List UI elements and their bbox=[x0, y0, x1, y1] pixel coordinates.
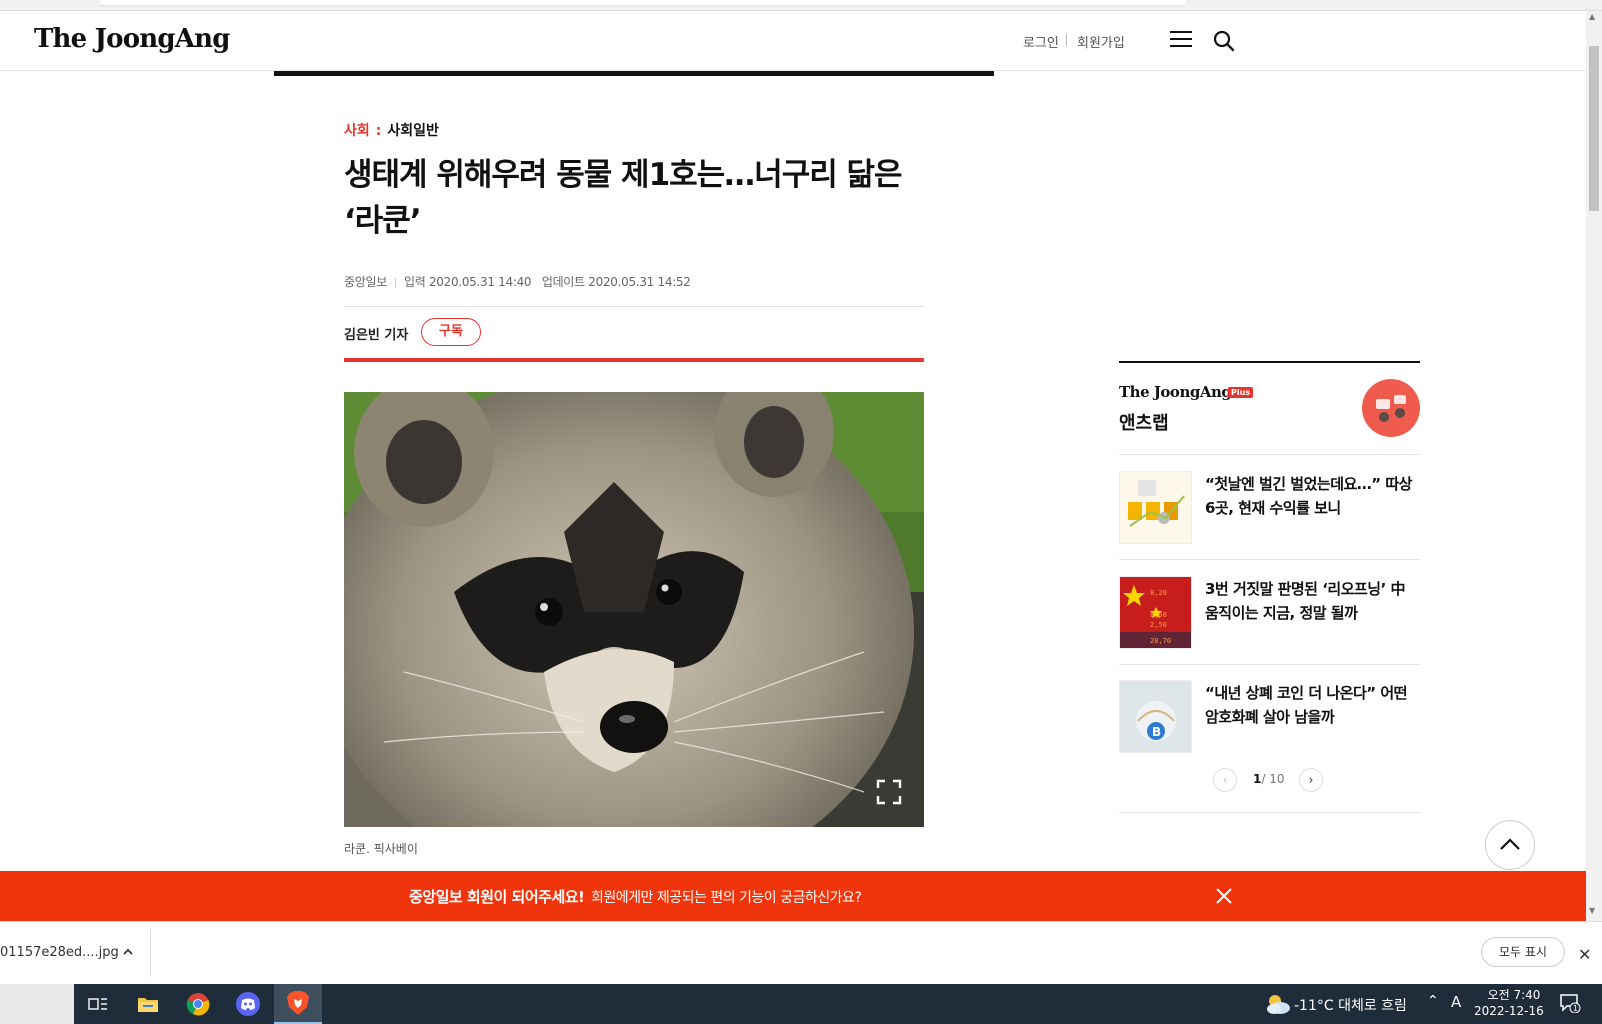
clock-date[interactable]: 2022-12-16 bbox=[1474, 1004, 1544, 1018]
ime-indicator[interactable]: A bbox=[1451, 993, 1461, 1011]
weather-icon[interactable] bbox=[1262, 984, 1294, 1024]
menu-icon[interactable] bbox=[1170, 31, 1192, 49]
plus-badge: Plus bbox=[1228, 387, 1254, 398]
login-link[interactable]: 로그인 bbox=[1023, 32, 1059, 51]
scroll-to-top-button[interactable] bbox=[1485, 820, 1535, 870]
category-main[interactable]: 사회 bbox=[344, 123, 370, 139]
pager-next-button[interactable]: › bbox=[1299, 768, 1323, 792]
pager-indicator: 1/ 10 bbox=[1253, 772, 1285, 786]
svg-text:8,20: 8,20 bbox=[1150, 589, 1167, 597]
subscribe-button[interactable]: 구독 bbox=[421, 318, 481, 346]
svg-text:2,50: 2,50 bbox=[1150, 621, 1167, 629]
sidebar-top-rule bbox=[1119, 361, 1420, 363]
file-explorer-icon[interactable] bbox=[124, 984, 172, 1024]
clock-time[interactable]: 오전 7:40 bbox=[1486, 986, 1542, 1003]
signup-link[interactable]: 회원가입 bbox=[1077, 32, 1125, 51]
sidebar-title[interactable]: 앤츠랩 bbox=[1119, 409, 1169, 435]
sidebar-item-thumbnail[interactable]: 8,20 8,50 2,50 20,70 bbox=[1119, 576, 1192, 649]
article-header-rule bbox=[344, 358, 924, 362]
svg-text:20,70: 20,70 bbox=[1150, 637, 1171, 645]
meta-divider bbox=[344, 306, 924, 307]
task-view-icon[interactable] bbox=[74, 984, 122, 1024]
banner-text: 회원에게만 제공되는 편의 기능이 궁금하신가요? bbox=[591, 890, 862, 906]
sidebar-divider bbox=[1119, 454, 1420, 455]
sidebar-item-thumbnail[interactable]: B bbox=[1119, 680, 1192, 753]
scroll-down-arrow-icon[interactable]: ▼ bbox=[1589, 906, 1595, 915]
scrollbar-thumb[interactable] bbox=[1589, 46, 1599, 211]
notification-icon[interactable]: 1 bbox=[1559, 993, 1581, 1014]
site-header: The JoongAng 로그인 회원가입 bbox=[0, 11, 1586, 71]
search-icon[interactable] bbox=[1213, 30, 1235, 52]
reporter-name[interactable]: 김은빈 기자 bbox=[344, 324, 408, 343]
sidebar-divider bbox=[1119, 664, 1420, 665]
article-source: 중앙일보 bbox=[344, 275, 387, 289]
tray-chevron-up-icon[interactable]: ⌃ bbox=[1427, 993, 1439, 1009]
banner-title: 중앙일보 회원이 되어주세요! bbox=[409, 888, 585, 906]
membership-banner[interactable]: 중앙일보 회원이 되어주세요! 회원에게만 제공되는 편의 기능이 궁금하신가요… bbox=[0, 871, 1586, 921]
sidebar-divider bbox=[1119, 812, 1420, 813]
article-photo-raccoon[interactable] bbox=[344, 392, 924, 827]
chrome-icon[interactable] bbox=[174, 984, 222, 1024]
sidebar-item-thumbnail[interactable] bbox=[1119, 471, 1192, 544]
category-sub[interactable]: 사회일반 bbox=[387, 123, 439, 139]
close-icon[interactable] bbox=[1213, 885, 1235, 907]
antslab-avatar[interactable] bbox=[1362, 379, 1420, 437]
sidebar-item-title[interactable]: “첫날엔 벌긴 벌었는데요…” 따상 6곳, 현재 수익률 보니 bbox=[1205, 472, 1420, 520]
discord-icon[interactable] bbox=[224, 984, 272, 1024]
close-icon[interactable]: ✕ bbox=[1578, 945, 1591, 964]
svg-text:8,50: 8,50 bbox=[1150, 611, 1167, 619]
expand-icon[interactable] bbox=[876, 779, 902, 805]
header-divider bbox=[1066, 34, 1067, 46]
scroll-up-arrow-icon[interactable]: ▲ bbox=[1589, 12, 1595, 21]
taskbar-search-area[interactable] bbox=[0, 984, 74, 1024]
photo-caption: 라쿤. 픽사베이 bbox=[344, 842, 418, 856]
article-update-time: 업데이트 2020.05.31 14:52 bbox=[541, 275, 691, 289]
show-all-button[interactable]: 모두 표시 bbox=[1481, 937, 1565, 967]
sidebar-item-title[interactable]: 3번 거짓말 판명된 ‘리오프닝’ 中 움직이는 지금, 정말 될까 bbox=[1205, 577, 1420, 625]
sidebar-item-title[interactable]: “내년 상폐 코인 더 나온다” 어떤 암호화폐 살아 남을까 bbox=[1205, 681, 1420, 729]
download-bar bbox=[0, 921, 1602, 984]
weather-status[interactable]: -11°C 대체로 흐림 bbox=[1294, 995, 1407, 1015]
sidebar-brand[interactable]: The JoongAng bbox=[1119, 383, 1232, 401]
site-logo[interactable]: The JoongAng bbox=[34, 24, 230, 54]
article-headline: 생태계 위해우려 동물 제1호는…너구리 닮은 ‘라쿤’ bbox=[344, 157, 903, 239]
article-category[interactable]: 사회: 사회일반 bbox=[344, 120, 439, 140]
pager-prev-button[interactable]: ‹ bbox=[1213, 768, 1237, 792]
article-top-bar bbox=[274, 71, 994, 76]
svg-text:1: 1 bbox=[1573, 1004, 1578, 1013]
download-file-name[interactable]: 01157e28ed....jpg bbox=[0, 945, 119, 960]
article-meta: 중앙일보 입력 2020.05.31 14:40 업데이트 2020.05.31 … bbox=[344, 273, 691, 290]
brave-browser-icon[interactable] bbox=[274, 984, 322, 1024]
download-divider bbox=[150, 929, 151, 977]
chevron-up-icon[interactable] bbox=[121, 944, 135, 958]
article-input-time: 입력 2020.05.31 14:40 bbox=[403, 275, 532, 289]
browser-address-strip bbox=[0, 0, 1602, 11]
svg-text:B: B bbox=[1152, 725, 1161, 739]
sidebar-divider bbox=[1119, 559, 1420, 560]
